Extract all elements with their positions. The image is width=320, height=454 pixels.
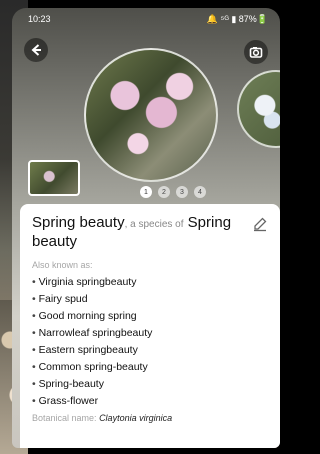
status-bar: 10:23 🔔 ⁵ᴳ ▮ 87%🔋 (12, 8, 280, 28)
back-arrow-icon (31, 44, 41, 56)
pager-dot-3[interactable]: 3 (176, 186, 188, 198)
edit-icon[interactable] (252, 216, 268, 232)
alternate-names-list: Virginia springbeauty Fairy spud Good mo… (32, 276, 268, 407)
status-time: 10:23 (28, 14, 51, 24)
species-connector: , a species of (124, 219, 184, 230)
botanical-name-row: Botanical name: Claytonia virginica (32, 413, 268, 423)
pager-dot-4[interactable]: 4 (194, 186, 206, 198)
plant-photo-main[interactable] (84, 48, 218, 182)
alternate-name: Grass-flower (32, 395, 268, 407)
back-button[interactable] (24, 38, 48, 62)
alternate-name: Eastern springbeauty (32, 344, 268, 356)
result-sheet: Spring beauty, a species of Spring beaut… (20, 204, 280, 448)
also-known-as-label: Also known as: (32, 260, 93, 270)
alternate-name: Narrowleaf springbeauty (32, 327, 268, 339)
status-indicators: 🔔 ⁵ᴳ ▮ 87%🔋 (206, 14, 268, 24)
pager-dot-1[interactable]: 1 (140, 186, 152, 198)
botanical-label: Botanical name: (32, 413, 97, 423)
alternate-name: Good morning spring (32, 310, 268, 322)
pager-dot-2[interactable]: 2 (158, 186, 170, 198)
alternate-name: Common spring-beauty (32, 361, 268, 373)
alternate-name: Spring-beauty (32, 378, 268, 390)
botanical-name: Claytonia virginica (99, 413, 173, 423)
result-title: Spring beauty, a species of Spring beaut… (32, 214, 242, 250)
result-pager: 1 2 3 4 (140, 186, 206, 198)
camera-icon (249, 47, 263, 58)
camera-button[interactable] (244, 40, 268, 64)
captured-photo-thumbnail[interactable] (28, 160, 80, 196)
plant-photo-next[interactable] (237, 70, 280, 148)
phone-screen: 10:23 🔔 ⁵ᴳ ▮ 87%🔋 1 2 3 4 Spring beauty,… (12, 8, 280, 448)
common-name: Spring beauty (32, 214, 125, 231)
alternate-name: Virginia springbeauty (32, 276, 268, 288)
alternate-name: Fairy spud (32, 293, 268, 305)
